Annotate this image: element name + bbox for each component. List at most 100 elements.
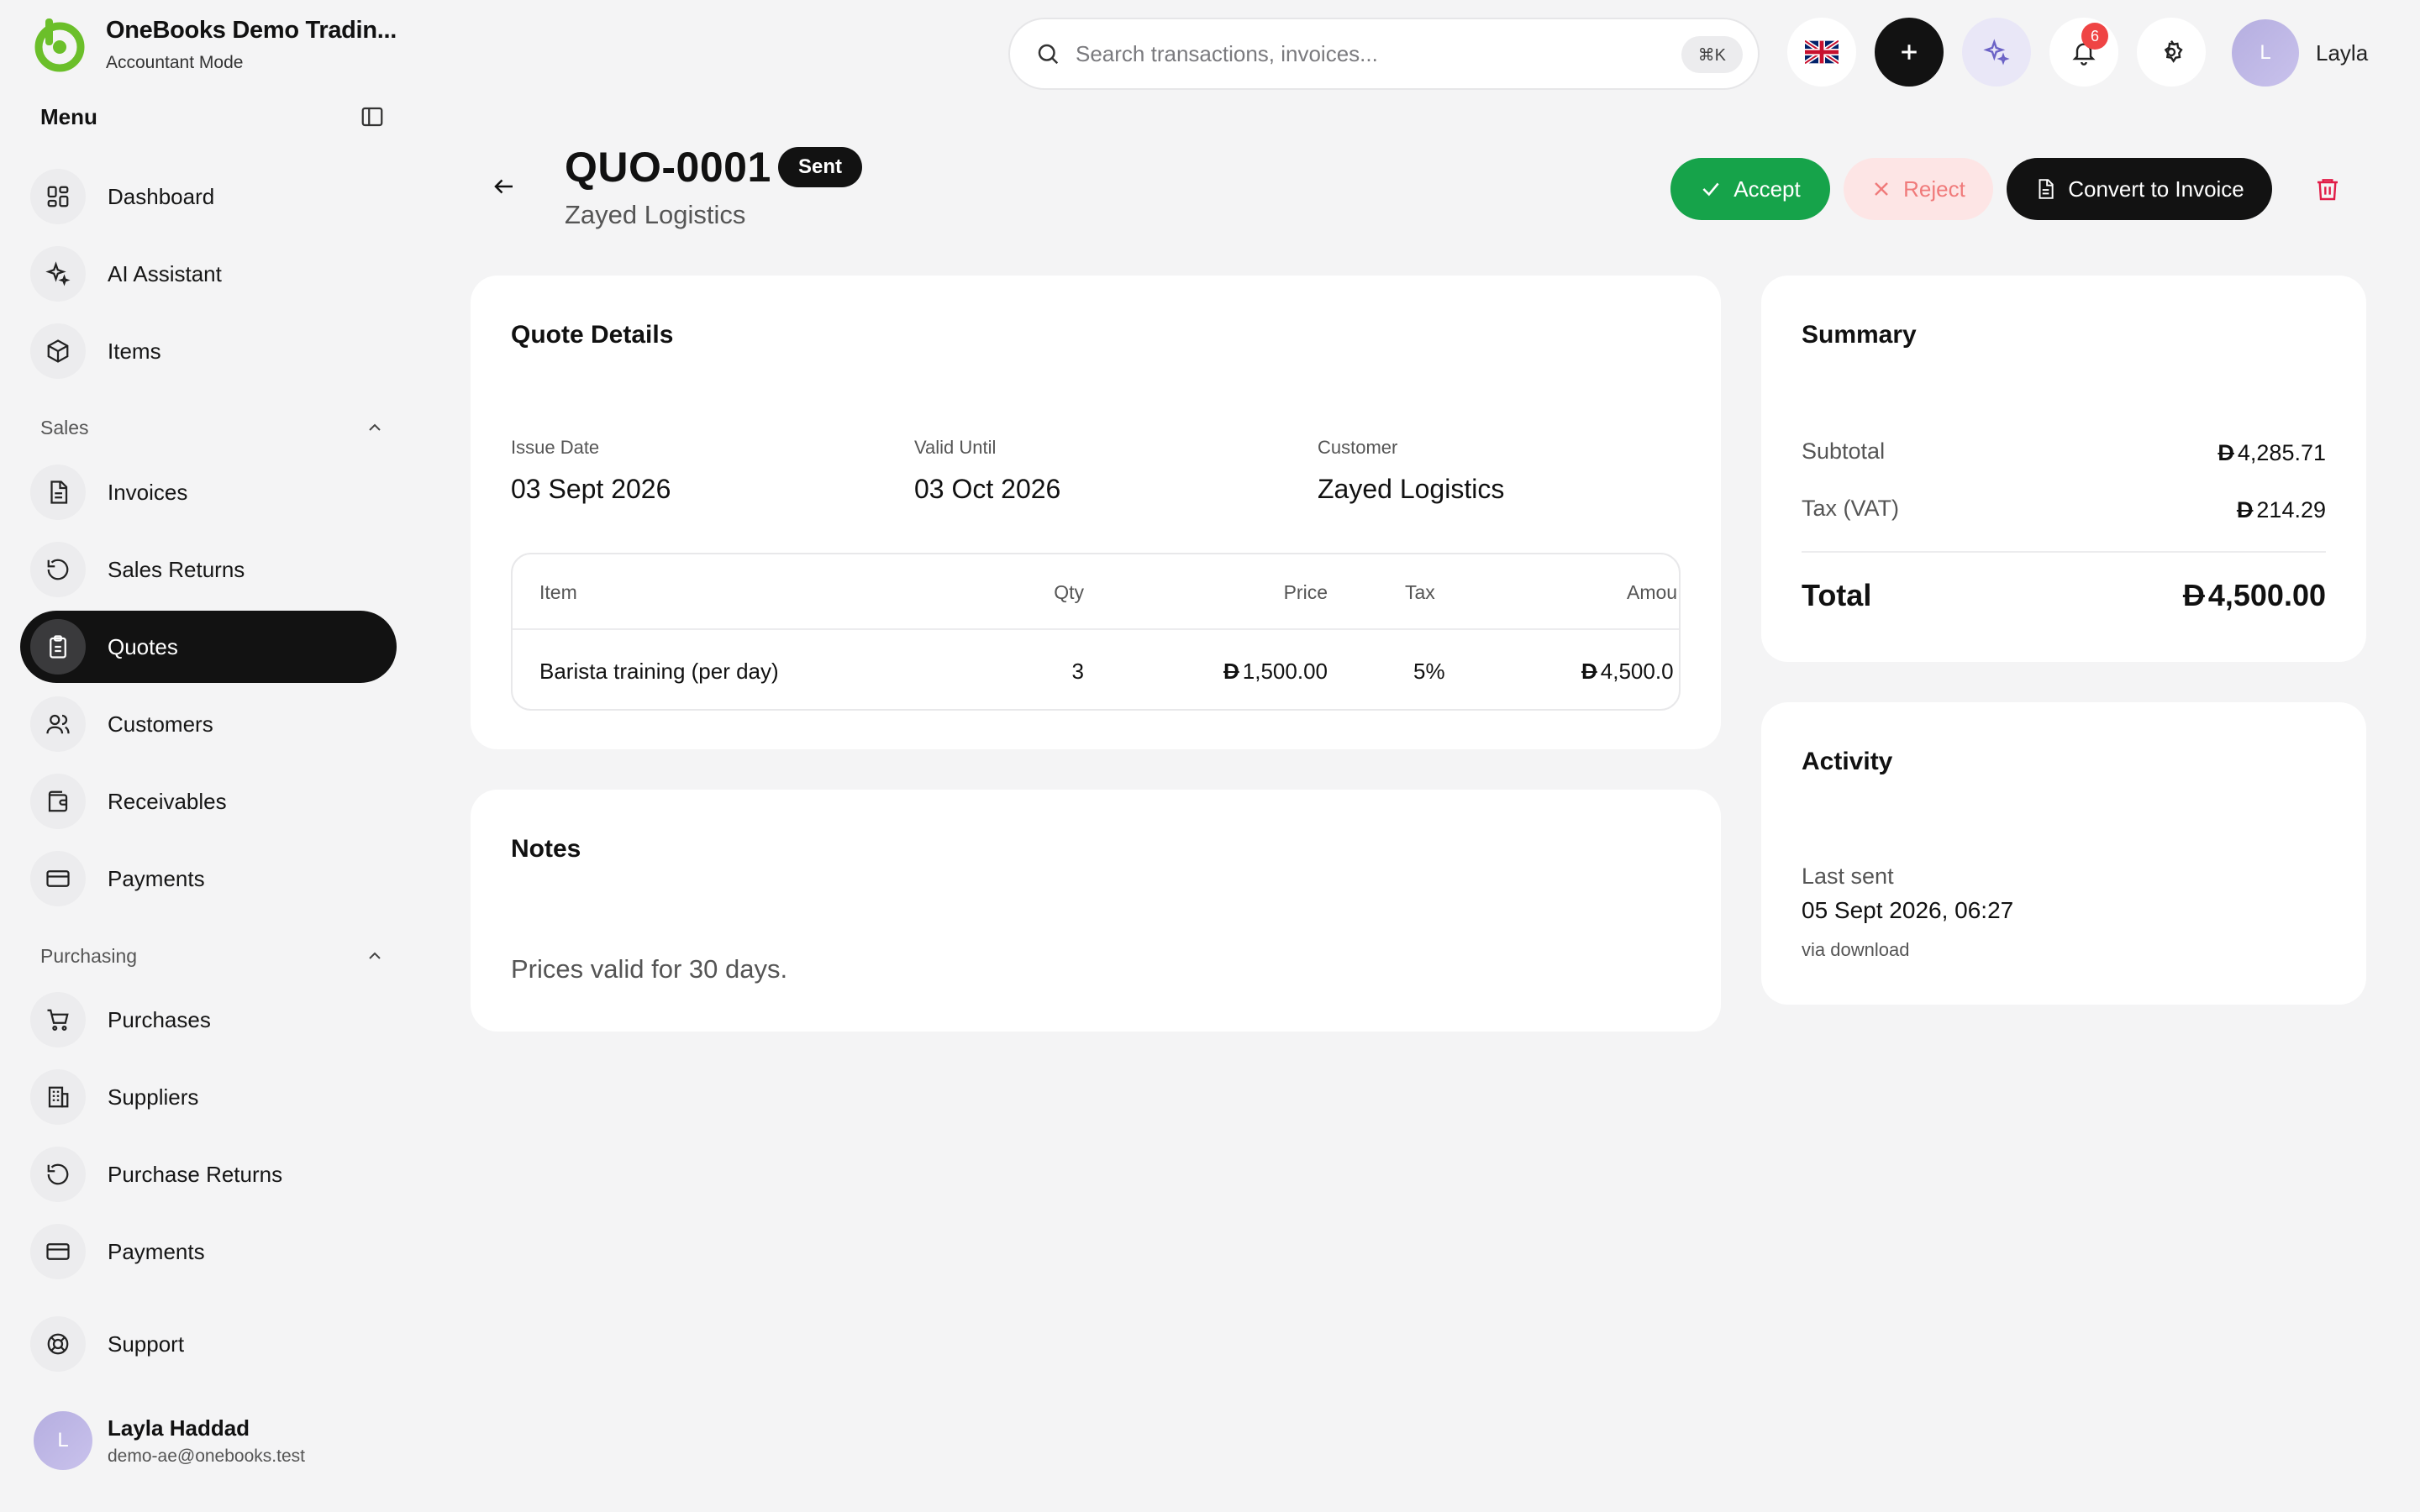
sidebar-item-purchases[interactable]: Purchases [20,984,397,1056]
dirham-currency-icon: D [1581,659,1597,684]
sidebar-item-items[interactable]: Items [20,315,397,387]
search-icon [1038,44,1059,65]
sidebar-item-label: Payments [108,1238,205,1264]
convert-to-invoice-button[interactable]: Convert to Invoice [2007,158,2272,220]
dirham-currency-icon: D [2236,497,2254,522]
avatar: L [34,1411,92,1470]
accept-button[interactable]: Accept [1670,158,1830,220]
sidebar-item-suppliers[interactable]: Suppliers [20,1061,397,1133]
sidebar-toggle-icon[interactable] [360,104,385,129]
quote-details-card: Quote Details Issue Date 03 Sept 2026 Va… [471,276,1721,749]
search-input[interactable] [1076,40,1630,67]
column-header-qty: Qty [1054,581,1084,603]
total-label: Total [1802,578,1872,612]
dirham-currency-icon: D [1223,659,1239,684]
notifications-button[interactable]: 6 [2049,18,2118,87]
customer-value: Zayed Logistics [1318,474,1505,504]
ai-assistant-button[interactable] [1962,18,2031,87]
sidebar-item-quotes[interactable]: Quotes [20,611,397,683]
sidebar-item-purchase-returns[interactable]: Purchase Returns [20,1138,397,1210]
close-icon [1875,182,1888,196]
lifebuoy-icon [30,1316,86,1372]
sidebar-item-receivables[interactable]: Receivables [20,765,397,837]
amount-value: 4,500.0 [1600,659,1674,684]
delete-button[interactable] [2311,171,2344,207]
sidebar-item-purchase-payments[interactable]: Payments [20,1215,397,1288]
sidebar: OneBooks Demo Tradin... Accountant Mode … [0,0,412,1512]
tax-amount: 214.29 [2256,497,2326,522]
top-user-name[interactable]: Layla [2316,40,2368,66]
company-name: OneBooks Demo Tradin... [106,16,397,44]
clipboard-icon [30,619,86,675]
gear-icon [2164,40,2183,63]
column-header-price: Price [1283,581,1328,603]
sidebar-item-label: Quotes [108,633,178,659]
search-bar[interactable]: ⌘K [1008,18,1760,90]
trash-icon [2317,179,2338,201]
issue-date-value: 03 Sept 2026 [511,474,671,504]
sidebar-item-sales-payments[interactable]: Payments [20,843,397,915]
wallet-icon [30,774,86,829]
shortcut-hint: ⌘K [1681,36,1743,73]
section-purchasing-toggle[interactable]: Purchasing [40,943,385,969]
sidebar-item-dashboard[interactable]: Dashboard [20,160,397,233]
chevron-up-icon [369,423,381,431]
create-new-button[interactable] [1875,18,1944,87]
valid-until-value: 03 Oct 2026 [914,474,1061,504]
table-divider [513,628,1679,630]
back-button[interactable] [486,168,523,205]
notes-text: Prices valid for 30 days. [511,954,788,984]
dashboard-icon [30,169,86,224]
subtotal-amount: 4,285.71 [2237,440,2326,465]
cell-price: D 1,500.00 [1151,659,1328,685]
onebooks-logo-icon [34,18,85,72]
section-label: Sales [40,416,89,438]
sidebar-user-card[interactable]: L Layla Haddad demo-ae@onebooks.test [34,1411,305,1470]
sidebar-item-label: Invoices [108,479,188,505]
sidebar-item-ai-assistant[interactable]: AI Assistant [20,238,397,310]
rotate-icon [30,542,86,597]
card-title: Summary [1802,321,1917,349]
sidebar-item-support[interactable]: Support [20,1308,397,1380]
user-name: Layla Haddad [108,1415,250,1441]
user-avatar[interactable]: L [2232,19,2299,87]
uk-flag-icon [1805,40,1839,64]
column-header-amount: Amou [1627,581,1678,603]
rotate-icon [30,1147,86,1202]
cell-tax: 5% [1413,659,1445,684]
language-button[interactable] [1787,18,1856,87]
sidebar-item-label: Support [108,1331,185,1357]
summary-divider [1802,551,2326,553]
check-icon [1702,182,1719,197]
sidebar-item-label: Items [108,338,161,364]
sidebar-item-label: Payments [108,865,205,891]
brand[interactable]: OneBooks Demo Tradin... Accountant Mode [30,15,397,74]
quote-customer-subtitle: Zayed Logistics [565,200,746,229]
dirham-currency-icon: D [2182,578,2205,612]
subtotal-value: D 4,285.71 [2217,440,2326,466]
building-icon [30,1069,86,1125]
sidebar-item-customers[interactable]: Customers [20,688,397,760]
sent-via: via download [1802,939,1910,960]
tax-value: D 214.29 [2237,497,2326,523]
menu-title: Menu [40,103,97,129]
column-header-tax: Tax [1405,581,1435,603]
sidebar-item-invoices[interactable]: Invoices [20,456,397,528]
settings-button[interactable] [2137,18,2206,87]
valid-until-label: Valid Until [914,437,997,458]
issue-date-label: Issue Date [511,437,600,458]
sidebar-item-label: Customers [108,711,213,737]
customer-label: Customer [1318,437,1398,458]
card-icon [30,1224,86,1279]
card-title: Notes [511,835,581,863]
card-title: Quote Details [511,321,674,349]
document-icon [30,465,86,520]
notes-card: Notes Prices valid for 30 days. [471,790,1721,1032]
reject-button[interactable]: Reject [1844,158,1993,220]
section-sales-toggle[interactable]: Sales [40,415,385,440]
section-label: Purchasing [40,944,138,967]
sidebar-item-label: Purchase Returns [108,1161,283,1187]
document-icon [2039,179,2054,199]
sidebar-item-sales-returns[interactable]: Sales Returns [20,533,397,606]
cell-item: Barista training (per day) [539,659,779,684]
